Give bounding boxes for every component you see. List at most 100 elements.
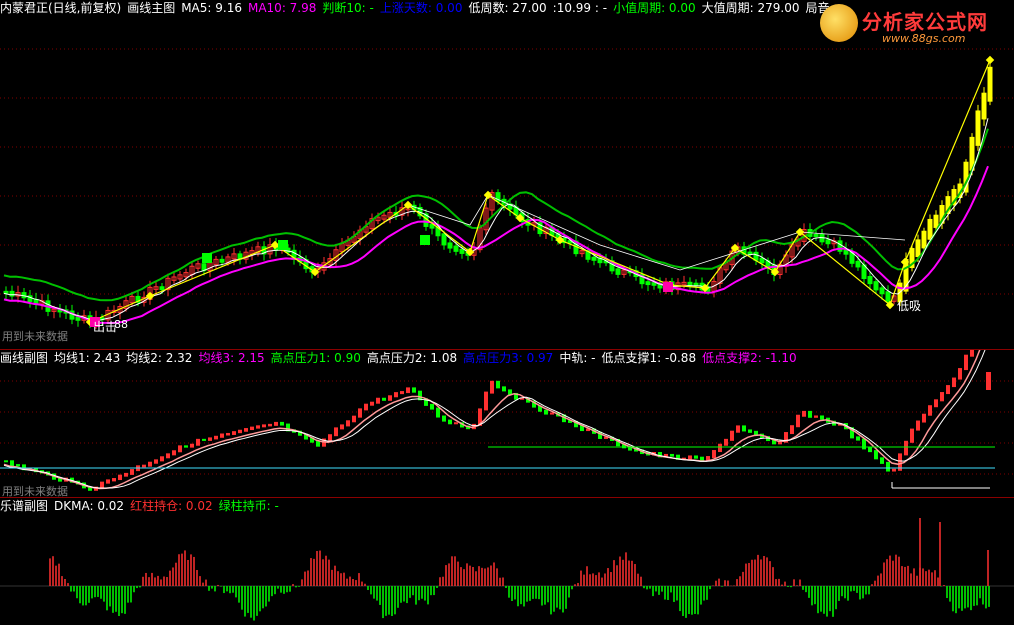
sub1-bar <box>4 460 8 463</box>
sub1-bar <box>502 386 506 392</box>
sub1-bar <box>736 425 740 433</box>
sub1-bar <box>220 433 224 438</box>
sub1-bar <box>454 422 458 425</box>
sub1-bar <box>880 457 884 464</box>
sub1-bar <box>16 464 20 467</box>
candle-body <box>813 233 819 237</box>
sub1-bar <box>796 414 800 428</box>
logo-url: www.88gs.com <box>882 32 966 45</box>
sub1-bar <box>400 391 404 395</box>
sub1-bar <box>226 432 230 436</box>
zigzag-pivot <box>483 190 493 200</box>
sub1-bar <box>232 431 236 435</box>
candle-body <box>825 239 831 245</box>
sub1-bar <box>868 447 872 453</box>
trend-line <box>407 194 906 271</box>
sub1-bar <box>958 368 962 380</box>
sub1-bar <box>244 428 248 432</box>
signal-square <box>278 240 288 250</box>
candle-body <box>453 245 459 252</box>
sub1-bar <box>694 455 698 459</box>
sub1-bar <box>790 425 794 435</box>
sub-chart-1-plot[interactable] <box>0 350 1014 497</box>
sub1-bar <box>112 478 116 482</box>
zigzag-pivot <box>985 55 995 65</box>
sub1-bar <box>748 429 752 433</box>
candle-body <box>867 276 873 285</box>
sub1-bar <box>328 434 332 441</box>
sub1-bar <box>952 377 956 388</box>
sub1-bar <box>970 350 974 357</box>
sub1-bar <box>352 415 356 423</box>
sub1-bar <box>964 354 968 371</box>
sub1-bar <box>688 455 692 460</box>
buy-signal-label: 低吸 <box>897 299 922 313</box>
candle-body <box>921 230 927 249</box>
sub-chart-1-pane[interactable]: 画线副图 均线1: 2.43 均线2: 2.32 均线3: 2.15 高点压力1: 0.… <box>0 350 1014 498</box>
sub1-bar <box>250 426 254 431</box>
candle-body <box>927 218 933 240</box>
sub1-bar <box>166 453 170 459</box>
candle-body <box>219 258 225 263</box>
candle-body <box>441 233 447 246</box>
site-logo: 分析家公式网 www.88gs.com <box>812 2 1008 52</box>
sub1-bar <box>172 450 176 456</box>
sub1-bar <box>910 428 914 443</box>
sub1-bar <box>940 392 944 402</box>
candle-body <box>693 282 699 286</box>
candle-body <box>615 268 621 275</box>
sub1-bar <box>886 461 890 472</box>
sub1-bar <box>442 415 446 422</box>
sub1-bar <box>448 419 452 425</box>
sub1-bar <box>370 401 374 406</box>
candle-body <box>915 239 921 258</box>
sub1-bar <box>874 450 878 460</box>
sub1-bar <box>856 436 860 441</box>
sub-chart-2-pane[interactable]: 乐谱副图 DKMA: 0.02 红柱持仓: 0.02 绿柱持币: - <box>0 498 1014 625</box>
sell-signal-number: 88 <box>114 318 128 331</box>
sub1-bar <box>142 464 146 468</box>
sub1-bar <box>406 387 410 394</box>
sub1-bar <box>718 443 722 453</box>
sub1-bar <box>808 410 812 418</box>
sub1-bar <box>160 456 164 462</box>
candle-body <box>987 66 993 102</box>
zigzag-line <box>89 59 991 323</box>
sub1-bar <box>124 472 128 477</box>
sub1-bar <box>238 429 242 434</box>
sub1-bar <box>928 405 932 416</box>
future-data-watermark: 用到未来数据 <box>2 330 68 343</box>
candle-body <box>459 248 465 254</box>
main-candlestick-chart[interactable] <box>0 0 1014 349</box>
sub1-bar <box>814 415 818 418</box>
sub1-bar <box>340 424 344 430</box>
sub1-bar <box>412 387 416 393</box>
sub1-bar <box>724 438 728 446</box>
logo-title: 分析家公式网 <box>862 10 988 34</box>
sub1-bar <box>742 425 746 432</box>
sub1-bar <box>358 408 362 418</box>
sub1-bar <box>862 438 866 450</box>
main-chart-pane[interactable]: 内蒙君正(日线,前复权) 画线主图 MA5: 9.16 MA10: 7.98 判断10:… <box>0 0 1014 349</box>
candle-body <box>975 110 981 146</box>
sub-chart-2-histogram[interactable] <box>0 498 1014 625</box>
sub1-bar <box>670 453 674 457</box>
candle-body <box>753 251 759 261</box>
sub1-bar <box>214 435 218 440</box>
sub1-bar <box>484 391 488 411</box>
sub1-bar <box>190 443 194 448</box>
candle-body <box>447 242 453 249</box>
candle-body <box>981 92 987 120</box>
candle-body <box>645 281 651 286</box>
candle-body <box>933 214 939 228</box>
candle-body <box>9 290 15 297</box>
signal-square <box>663 282 673 292</box>
sub1-bar <box>262 424 266 428</box>
sub1-bar <box>904 440 908 456</box>
upper-band-line <box>3 128 989 302</box>
candle-body <box>687 281 693 286</box>
sub1-bar <box>184 445 188 448</box>
sub1-bar <box>376 397 380 404</box>
ma-line-2 <box>3 350 986 489</box>
sub1-bar <box>208 437 212 441</box>
